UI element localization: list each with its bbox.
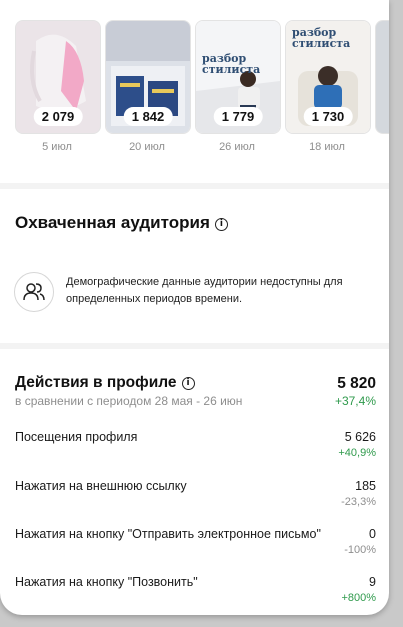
profile-actions-heading: Действия в профиле i (15, 374, 195, 392)
post-count-badge: 1 842 (123, 107, 173, 126)
action-label: Нажатия на внешнюю ссылку (15, 479, 187, 493)
profile-actions-total-change: +37,4% (334, 394, 376, 408)
action-value: 0 (369, 527, 376, 541)
post-overlay-text: разбор стилиста (292, 26, 351, 50)
audience-heading: Охваченная аудитория i (15, 213, 228, 233)
top-posts-row: 2 079 1 842 разбор стилиста 1 779 разбор… (15, 10, 389, 134)
audience-unavailable-message: Демографические данные аудитории недосту… (66, 276, 343, 305)
action-value: 9 (369, 575, 376, 589)
post-overlay-text: разбор стилиста (202, 52, 261, 76)
post-date: 26 июл (219, 141, 255, 153)
info-icon[interactable]: i (181, 377, 195, 390)
post-date: 5 июл (42, 141, 72, 153)
action-value: 185 (355, 479, 376, 493)
section-divider (0, 183, 389, 189)
post-thumbnail[interactable]: 1 842 (105, 20, 191, 134)
post-date: 18 июл (309, 141, 345, 153)
action-label: Нажатия на кнопку "Отправить электронное… (15, 527, 321, 541)
post-thumbnail[interactable]: разбор стилиста 1 779 (195, 20, 281, 134)
action-change: -23,3% (341, 496, 376, 508)
post-thumbnail[interactable]: 2 079 (15, 20, 101, 134)
post-count-badge: 2 079 (33, 107, 83, 126)
action-value: 5 626 (344, 430, 376, 444)
post-date: 20 июл (129, 141, 165, 153)
insights-card: 2 079 1 842 разбор стилиста 1 779 разбор… (0, 0, 389, 615)
post-count-badge: 1 730 (303, 107, 353, 126)
comparison-period: в сравнении с периодом 28 мая - 26 июн (15, 394, 243, 408)
action-change: +40,9% (338, 447, 376, 459)
info-icon[interactable]: i (214, 218, 228, 231)
section-divider (0, 343, 389, 349)
action-label: Нажатия на кнопку "Позвонить" (15, 575, 198, 589)
post-thumbnail-partial[interactable] (375, 20, 389, 134)
post-thumbnail[interactable]: разбор стилиста 1 730 (285, 20, 371, 134)
action-change: -100% (344, 544, 376, 556)
action-change: +800% (341, 592, 376, 604)
action-label: Посещения профиля (15, 430, 138, 444)
people-icon (14, 272, 54, 312)
post-count-badge: 1 779 (213, 107, 263, 126)
profile-actions-total: 5 820 (337, 375, 376, 392)
